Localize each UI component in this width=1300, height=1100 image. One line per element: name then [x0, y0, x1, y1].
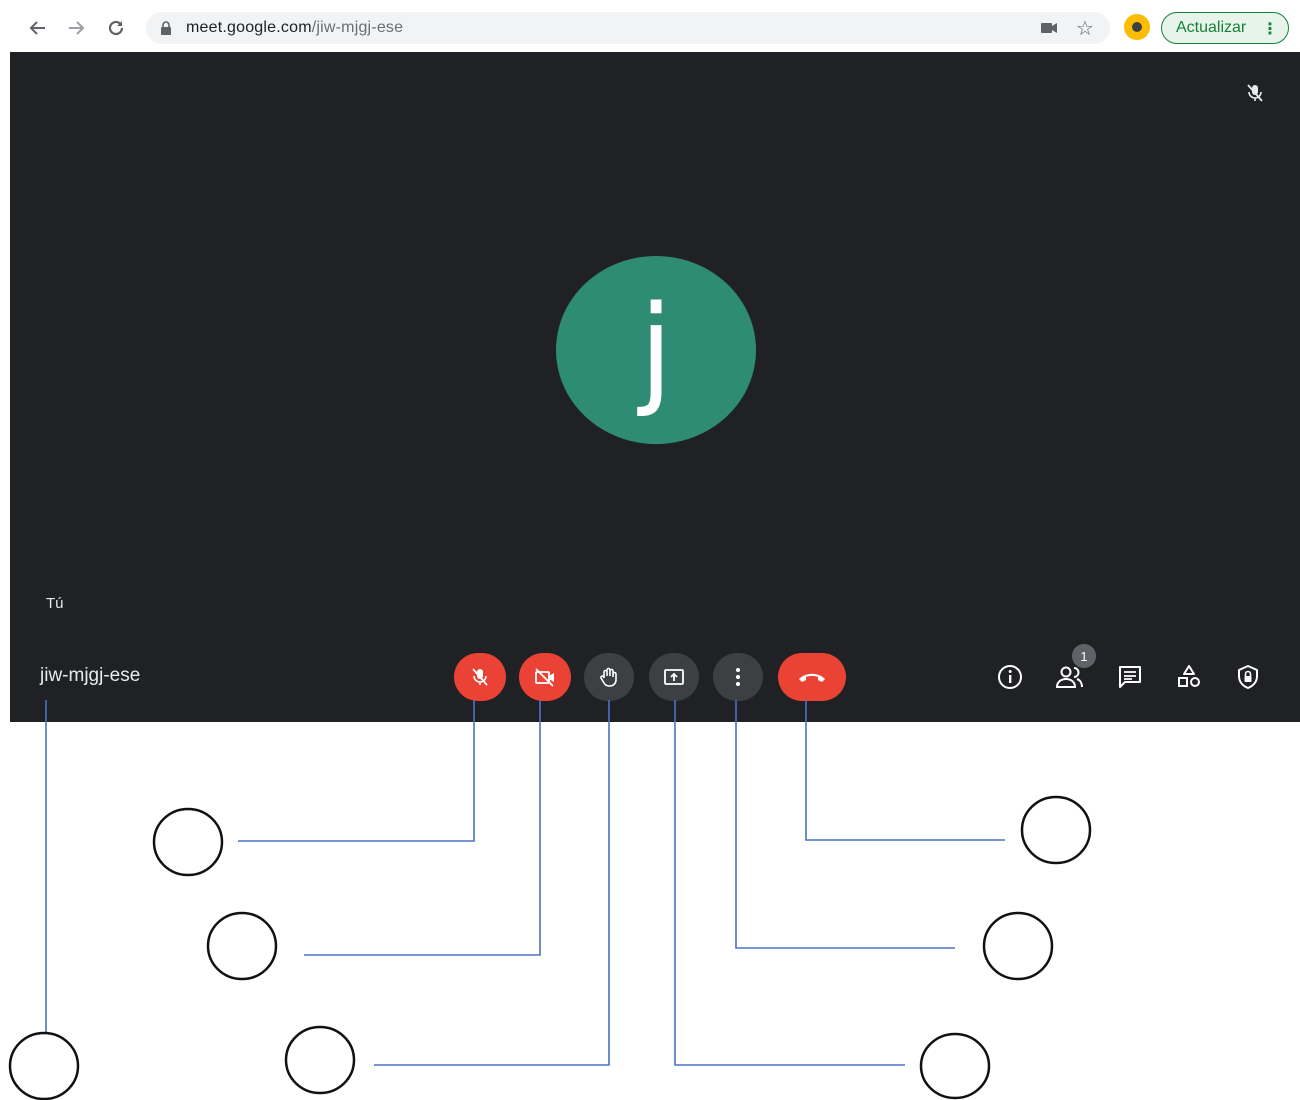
profile-avatar[interactable]	[1124, 14, 1150, 40]
meeting-details-button[interactable]	[995, 662, 1025, 692]
profile-avatar-icon	[1130, 20, 1144, 34]
bookmark-star-icon[interactable]: ☆	[1076, 16, 1094, 41]
host-controls-button[interactable]	[1233, 662, 1263, 692]
more-options-button[interactable]	[713, 653, 763, 701]
answer-circle-meeting-code[interactable]	[8, 1031, 80, 1100]
arrow-left-icon	[29, 21, 45, 35]
back-button[interactable]	[24, 14, 52, 42]
answer-circle-camera[interactable]	[206, 911, 278, 981]
more-vert-icon	[736, 668, 740, 686]
reload-button[interactable]	[102, 14, 130, 42]
leader-line-camera	[304, 700, 541, 956]
leave-call-button[interactable]	[778, 653, 846, 701]
camera-in-use-icon[interactable]	[1040, 20, 1058, 36]
leader-line-more	[735, 700, 955, 949]
update-button[interactable]: Actualizar ⋮	[1161, 12, 1289, 44]
meeting-stage: j Tú jiw-mjgj-ese 1	[10, 52, 1300, 722]
url-text: meet.google.com/jiw-mjgj-ese	[186, 19, 403, 37]
info-icon	[998, 665, 1022, 689]
meeting-code[interactable]: jiw-mjgj-ese	[40, 665, 140, 687]
present-screen-button[interactable]	[649, 653, 699, 701]
update-label: Actualizar	[1176, 19, 1247, 36]
url-host: meet.google.com	[186, 19, 312, 36]
mic-muted-indicator-icon	[1247, 84, 1263, 102]
hang-up-icon	[799, 673, 825, 682]
page: meet.google.com/jiw-mjgj-ese ☆ Actualiza…	[0, 0, 1300, 1100]
raise-hand-button[interactable]	[584, 653, 634, 701]
browser-toolbar: meet.google.com/jiw-mjgj-ese ☆ Actualiza…	[0, 0, 1300, 52]
answer-circle-present[interactable]	[919, 1032, 991, 1100]
lock-icon	[161, 21, 171, 35]
camera-off-icon	[535, 668, 554, 687]
present-icon	[664, 669, 684, 685]
leader-line-hand	[374, 700, 610, 1066]
leader-line-present	[674, 700, 905, 1066]
hand-icon	[600, 667, 617, 687]
participant-count-badge: 1	[1072, 644, 1096, 668]
arrow-right-icon	[69, 21, 85, 35]
answer-circle-hand[interactable]	[284, 1025, 356, 1095]
address-bar[interactable]: meet.google.com/jiw-mjgj-ese ☆	[146, 12, 1110, 44]
browser-menu-icon[interactable]: ⋮	[1262, 19, 1278, 39]
forward-button[interactable]	[62, 14, 90, 42]
activities-button[interactable]	[1174, 662, 1204, 692]
shapes-icon	[1178, 665, 1200, 687]
answer-circle-mic[interactable]	[152, 807, 224, 877]
chat-icon	[1119, 666, 1141, 688]
shield-lock-icon	[1238, 665, 1258, 689]
chat-button[interactable]	[1115, 662, 1145, 692]
mic-off-icon	[472, 668, 488, 686]
url-path: /jiw-mjgj-ese	[311, 19, 404, 36]
people-icon	[1055, 666, 1083, 688]
answer-circle-leave[interactable]	[1020, 795, 1092, 865]
reload-icon	[108, 20, 124, 36]
participant-avatar: j	[556, 256, 756, 444]
answer-circle-more[interactable]	[982, 911, 1054, 981]
participant-name-label: Tú	[46, 595, 64, 612]
mic-off-button[interactable]	[454, 653, 506, 701]
camera-off-button[interactable]	[519, 653, 571, 701]
